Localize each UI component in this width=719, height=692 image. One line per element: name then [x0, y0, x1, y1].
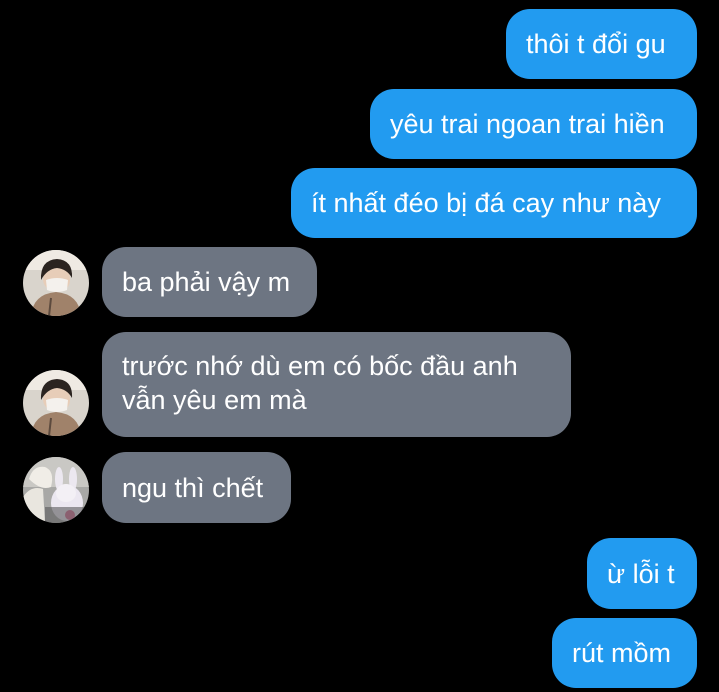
message-text: ừ lỗi t — [607, 558, 675, 589]
avatar-boy-mask-icon[interactable] — [23, 370, 89, 436]
outgoing-message-bubble[interactable]: rút mồm — [552, 618, 697, 688]
outgoing-message-bubble[interactable]: ít nhất đéo bị đá cay như này — [291, 168, 697, 238]
incoming-message-bubble[interactable]: trước nhớ dù em có bốc đầu anh vẫn yêu e… — [102, 332, 571, 437]
avatar-boy-mask-icon[interactable] — [23, 250, 89, 316]
message-text: trước nhớ dù em có bốc đầu anh vẫn yêu e… — [122, 351, 518, 415]
outgoing-message-bubble[interactable]: yêu trai ngoan trai hiền — [370, 89, 697, 159]
message-text: thôi t đổi gu — [526, 29, 666, 59]
message-text: yêu trai ngoan trai hiền — [390, 109, 665, 139]
incoming-message-bubble[interactable]: ngu thì chết — [102, 452, 291, 523]
outgoing-message-bubble[interactable]: thôi t đổi gu — [506, 9, 697, 79]
message-text: ba phải vậy m — [122, 267, 291, 297]
message-text: ngu thì chết — [122, 472, 264, 503]
incoming-message-bubble[interactable]: ba phải vậy m — [102, 247, 317, 317]
avatar-girl-plush-icon[interactable] — [23, 457, 89, 523]
message-text: rút mồm — [572, 638, 672, 668]
chat-thread: thôi t đổi gu yêu trai ngoan trai hiền í… — [0, 0, 719, 692]
outgoing-message-bubble[interactable]: ừ lỗi t — [587, 538, 697, 609]
message-text: ít nhất đéo bị đá cay như này — [311, 188, 661, 218]
